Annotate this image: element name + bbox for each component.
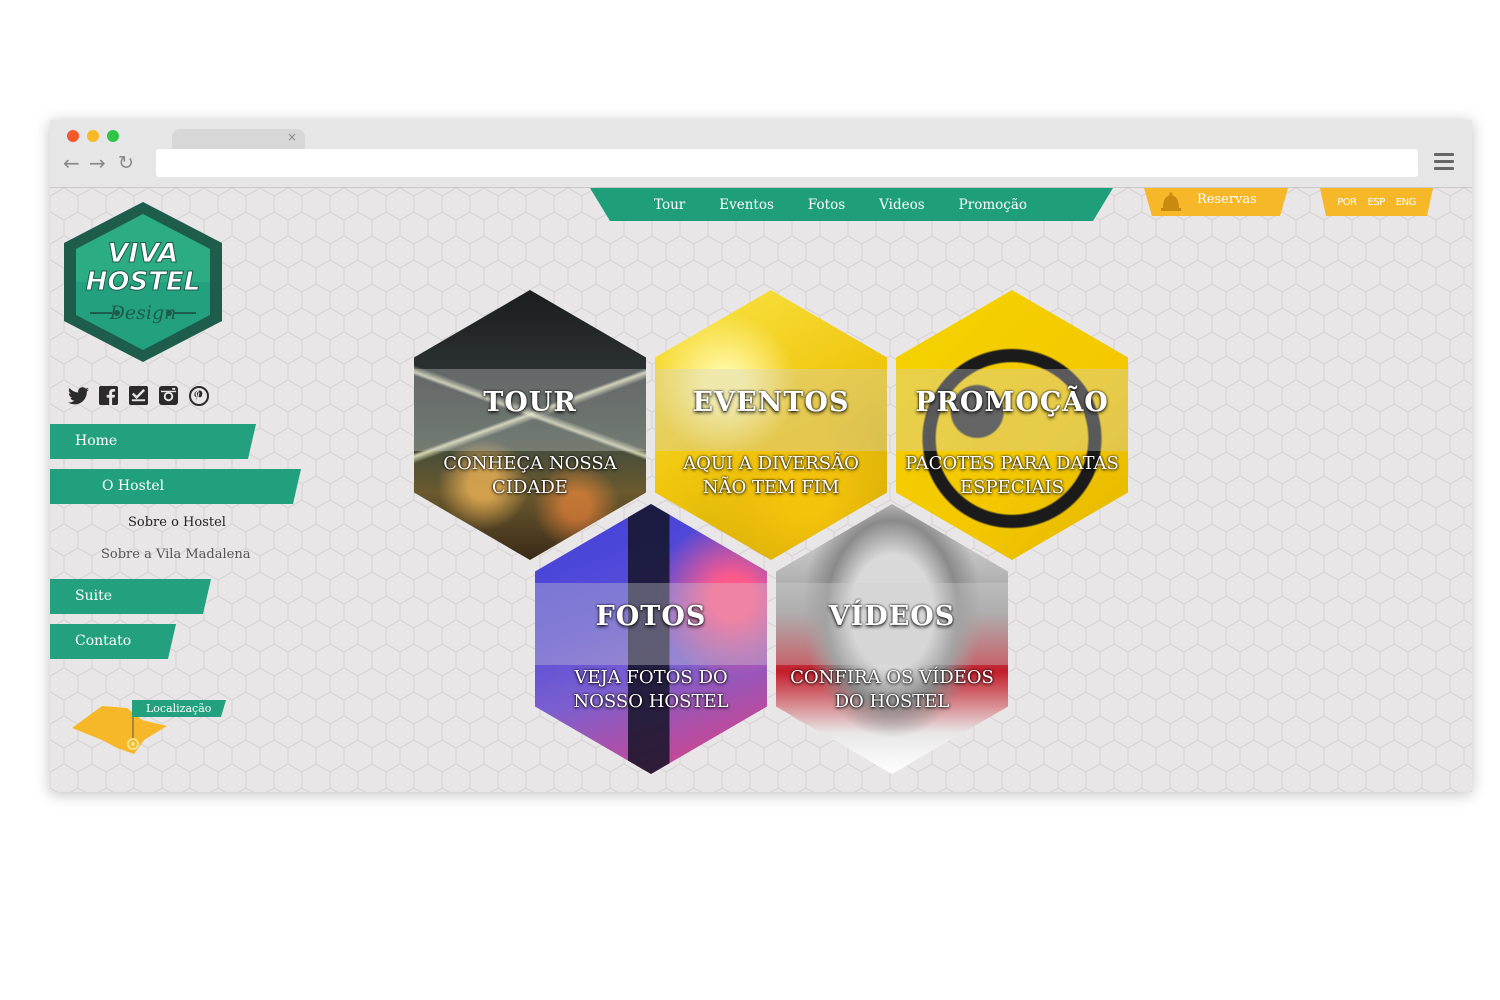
close-window-button[interactable] — [67, 130, 79, 142]
tile-title: FOTOS — [595, 601, 707, 632]
logo-line1: VIVA — [108, 238, 179, 269]
lang-por[interactable]: POR — [1337, 197, 1356, 208]
topnav-videos[interactable]: Videos — [879, 197, 925, 213]
tile-videos[interactable]: VÍDEOS CONFIRA OS VÍDEOS DO HOSTEL — [776, 504, 1008, 774]
pinterest-icon[interactable] — [188, 385, 209, 406]
hamburger-menu-icon[interactable] — [1434, 153, 1454, 171]
bell-icon — [1160, 192, 1182, 216]
tile-subtitle: CONFIRA OS VÍDEOS DO HOSTEL — [790, 667, 994, 712]
tile-promocao[interactable]: PROMOÇÃO PACOTES PARA DATAS ESPECIAIS — [896, 290, 1128, 560]
location-label[interactable]: Localização — [132, 700, 226, 717]
sidebar-subitem-sobre-hostel[interactable]: Sobre o Hostel — [128, 515, 226, 530]
reservas-button[interactable]: Reservas — [1144, 188, 1288, 216]
lang-eng[interactable]: ENG — [1396, 197, 1416, 208]
topnav-tour[interactable]: Tour — [654, 197, 685, 213]
viva-hostel-logo[interactable]: VIVA HOSTEL Design — [60, 200, 226, 364]
logo-line2: HOSTEL — [86, 267, 201, 297]
sidebar-subitem-vila-madalena[interactable]: Sobre a Vila Madalena — [101, 547, 250, 562]
facebook-icon[interactable] — [98, 385, 119, 406]
tab-close-icon[interactable]: × — [287, 130, 297, 144]
topnav-eventos[interactable]: Eventos — [719, 197, 774, 213]
browser-window: × ← → ↻ VIVA HOSTEL Design Home O Hostel… — [50, 120, 1472, 792]
sidebar-item-contato[interactable]: Contato — [50, 624, 176, 659]
twitter-icon[interactable] — [68, 385, 89, 406]
tile-subtitle: VEJA FOTOS DO NOSSO HOSTEL — [573, 667, 729, 712]
tile-subtitle: PACOTES PARA DATAS ESPECIAIS — [905, 453, 1119, 498]
topnav-fotos[interactable]: Fotos — [808, 197, 845, 213]
sidebar-item-suite[interactable]: Suite — [50, 579, 211, 614]
language-selector: POR ESP ENG — [1320, 188, 1433, 216]
reservas-label: Reservas — [1197, 192, 1257, 207]
tile-title: PROMOÇÃO — [915, 387, 1109, 418]
forward-arrow-icon[interactable]: → — [89, 151, 106, 175]
tile-fotos[interactable]: FOTOS VEJA FOTOS DO NOSSO HOSTEL — [535, 504, 767, 774]
page-content: VIVA HOSTEL Design Home O Hostel Sobre o… — [50, 188, 1472, 792]
logo-line3: Design — [109, 302, 177, 324]
tile-subtitle: AQUI A DIVERSÃO NÃO TEM FIM — [683, 453, 859, 498]
topnav-promocao[interactable]: Promoção — [959, 197, 1027, 213]
address-bar[interactable] — [156, 149, 1418, 177]
foursquare-icon[interactable] — [128, 385, 149, 406]
tile-title: VÍDEOS — [828, 601, 956, 632]
lang-esp[interactable]: ESP — [1368, 197, 1385, 208]
maximize-window-button[interactable] — [107, 130, 119, 142]
tile-title: TOUR — [483, 387, 577, 418]
browser-chrome: × ← → ↻ — [50, 120, 1472, 188]
minimize-window-button[interactable] — [87, 130, 99, 142]
tile-title: EVENTOS — [692, 387, 850, 418]
instagram-icon[interactable] — [158, 385, 179, 406]
sidebar-item-o-hostel[interactable]: O Hostel — [50, 469, 301, 504]
back-arrow-icon[interactable]: ← — [63, 151, 80, 175]
sidebar-item-home[interactable]: Home — [50, 424, 256, 459]
browser-tab[interactable]: × — [172, 129, 305, 149]
top-navigation: Tour Eventos Fotos Videos Promoção — [590, 188, 1113, 221]
tile-subtitle: CONHEÇA NOSSA CIDADE — [443, 453, 617, 498]
social-links — [68, 385, 209, 406]
tile-tour[interactable]: TOUR CONHEÇA NOSSA CIDADE — [414, 290, 646, 560]
tile-eventos[interactable]: EVENTOS AQUI A DIVERSÃO NÃO TEM FIM — [655, 290, 887, 560]
reload-icon[interactable]: ↻ — [118, 152, 134, 174]
